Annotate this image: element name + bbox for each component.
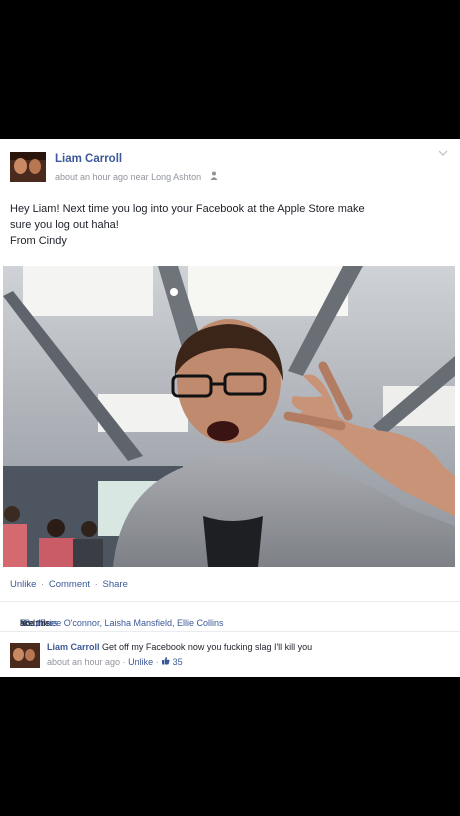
separator: · — [94, 579, 98, 590]
separator: · — [41, 579, 45, 590]
post-text-line: From Cindy — [10, 235, 67, 247]
thumbs-up-icon[interactable] — [161, 657, 173, 667]
comment-timestamp[interactable]: about an hour ago — [47, 657, 120, 667]
share-link[interactable]: Share — [103, 579, 128, 590]
unlike-link[interactable]: Unlike — [10, 579, 36, 590]
post-text: Hey Liam! Next time you log into your Fa… — [10, 201, 450, 249]
comment-meta: about an hour ago · Unlike · 35 — [47, 656, 183, 667]
likes-suffix: like this. — [20, 618, 53, 628]
post-timestamp-location[interactable]: about an hour ago near Long Ashton — [55, 172, 201, 182]
author-avatar[interactable] — [10, 152, 46, 182]
separator: · — [155, 657, 159, 667]
comment-unlike-link[interactable]: Unlike — [128, 657, 153, 667]
separator: · — [122, 657, 126, 667]
post-text-line: Hey Liam! Next time you log into your Fa… — [10, 203, 365, 215]
post-actions: Unlike · Comment · Share — [10, 579, 128, 590]
post-photo[interactable] — [3, 266, 455, 567]
likes-summary: You, Briee O'connor, Laisha Mansfield, E… — [0, 601, 460, 628]
comment-item: Liam Carroll Get off my Facebook now you… — [0, 631, 460, 672]
location-person-icon — [210, 171, 218, 182]
comment-author-name[interactable]: Liam Carroll — [47, 642, 100, 652]
comment-like-count[interactable]: 35 — [173, 657, 183, 667]
chevron-down-icon[interactable] — [438, 149, 448, 159]
post-author-name[interactable]: Liam Carroll — [55, 153, 122, 165]
comment-link[interactable]: Comment — [49, 579, 90, 590]
post-card: Liam Carroll about an hour ago near Long… — [0, 139, 460, 677]
comment-line: Liam Carroll Get off my Facebook now you… — [47, 642, 312, 652]
comment-author-avatar[interactable] — [10, 643, 40, 668]
post-meta: about an hour ago near Long Ashton — [55, 171, 218, 182]
comment-text: Get off my Facebook now you fucking slag… — [102, 642, 313, 652]
post-text-line: sure you log out haha! — [10, 219, 119, 231]
